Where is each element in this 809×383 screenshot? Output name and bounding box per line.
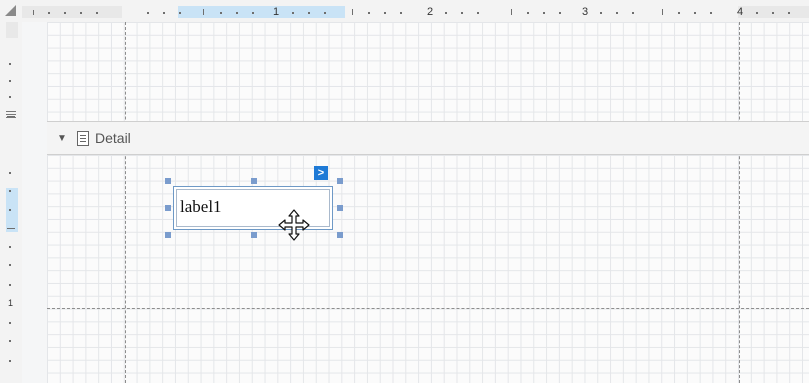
resize-handle-top-right[interactable]: [337, 178, 343, 184]
ruler-tick: [179, 12, 181, 14]
ruler-tick: [163, 12, 165, 14]
ruler-tick: [600, 12, 602, 14]
ruler-tick: [9, 264, 11, 266]
ruler-tick: [477, 12, 479, 14]
ruler-tick: [292, 12, 294, 14]
design-surface[interactable]: ▼ Detail: [22, 22, 809, 383]
page-header-band-area[interactable]: [47, 22, 809, 121]
ruler-tick: [147, 12, 149, 14]
ruler-number: 4: [737, 6, 744, 18]
ruler-tick: [9, 63, 11, 65]
ruler-tick: [772, 12, 774, 14]
ruler-tick: [710, 12, 712, 14]
ruler-tick: [9, 209, 11, 211]
left-margin-guide: [125, 22, 126, 383]
ruler-tick: [236, 12, 238, 14]
band-title: Detail: [95, 130, 131, 146]
ruler-tick: [756, 12, 758, 14]
smart-tag-button[interactable]: >: [314, 166, 328, 180]
ruler-tick: [461, 12, 463, 14]
ruler-tick: [445, 12, 447, 14]
resize-handle-bottom-right[interactable]: [337, 232, 343, 238]
ruler-tick: [9, 190, 11, 192]
resize-handle-left[interactable]: [165, 205, 171, 211]
ruler-tick: [9, 360, 11, 362]
resize-handle-bottom-left[interactable]: [165, 232, 171, 238]
ruler-number: 3: [582, 6, 589, 18]
ruler-tick: [220, 12, 222, 14]
ruler-tick: [678, 12, 680, 14]
ruler-tick: [662, 9, 663, 15]
ruler-tick: [400, 12, 402, 14]
band-bottom-guide: [47, 308, 809, 309]
ruler-selection-highlight: [6, 188, 18, 232]
ruler-tick: [788, 12, 790, 14]
ruler-tick: [368, 12, 370, 14]
move-cursor-icon: [278, 209, 310, 241]
right-margin-guide: [739, 22, 740, 383]
ruler-tick: [384, 12, 386, 14]
vertical-ruler: 1: [0, 22, 22, 383]
ruler-tick: [527, 12, 529, 14]
resize-handle-bottom[interactable]: [251, 232, 257, 238]
ruler-tick: [48, 12, 50, 14]
ruler-tick: [308, 12, 310, 14]
ruler-margin-area: [22, 6, 122, 18]
ruler-tick: [694, 12, 696, 14]
triangle-down-icon[interactable]: ▼: [57, 133, 69, 144]
ruler-tick: [80, 12, 82, 14]
ruler-number: 1: [273, 6, 280, 18]
ruler-tick: [9, 96, 11, 98]
resize-handle-top[interactable]: [251, 178, 257, 184]
ruler-tick: [543, 12, 545, 14]
ruler-tick: [64, 12, 66, 14]
detail-band-header[interactable]: ▼ Detail: [47, 121, 809, 155]
ruler-tick: [9, 284, 11, 286]
resize-handle-right[interactable]: [337, 205, 343, 211]
horizontal-ruler: 1 2 3 4: [0, 0, 809, 22]
resize-handle-top-left[interactable]: [165, 178, 171, 184]
ruler-tick: [9, 246, 11, 248]
ruler-tick: [616, 12, 618, 14]
ruler-tick: [96, 12, 98, 14]
ruler-tick: [9, 340, 11, 342]
ruler-tick: [632, 12, 634, 14]
detail-band-area[interactable]: [47, 155, 809, 383]
ruler-tick: [9, 172, 11, 174]
document-icon: [77, 130, 89, 146]
ruler-margin-area: [6, 22, 18, 38]
ruler-tick: [559, 12, 561, 14]
ruler-tick: [511, 9, 512, 15]
ruler-tick: [9, 322, 11, 324]
ruler-tick: [203, 9, 204, 15]
ruler-number: 2: [427, 6, 434, 18]
ruler-tick: [9, 80, 11, 82]
ruler-tick: [324, 12, 326, 14]
ruler-corner-icon: [5, 5, 16, 16]
label-text: label1: [180, 197, 222, 216]
ruler-tick: [352, 9, 353, 15]
ruler-tick: [33, 10, 34, 15]
ruler-tick: [7, 228, 15, 229]
ruler-number: 1: [8, 298, 14, 308]
band-resize-grip[interactable]: [0, 99, 22, 131]
ruler-tick: [252, 12, 254, 14]
